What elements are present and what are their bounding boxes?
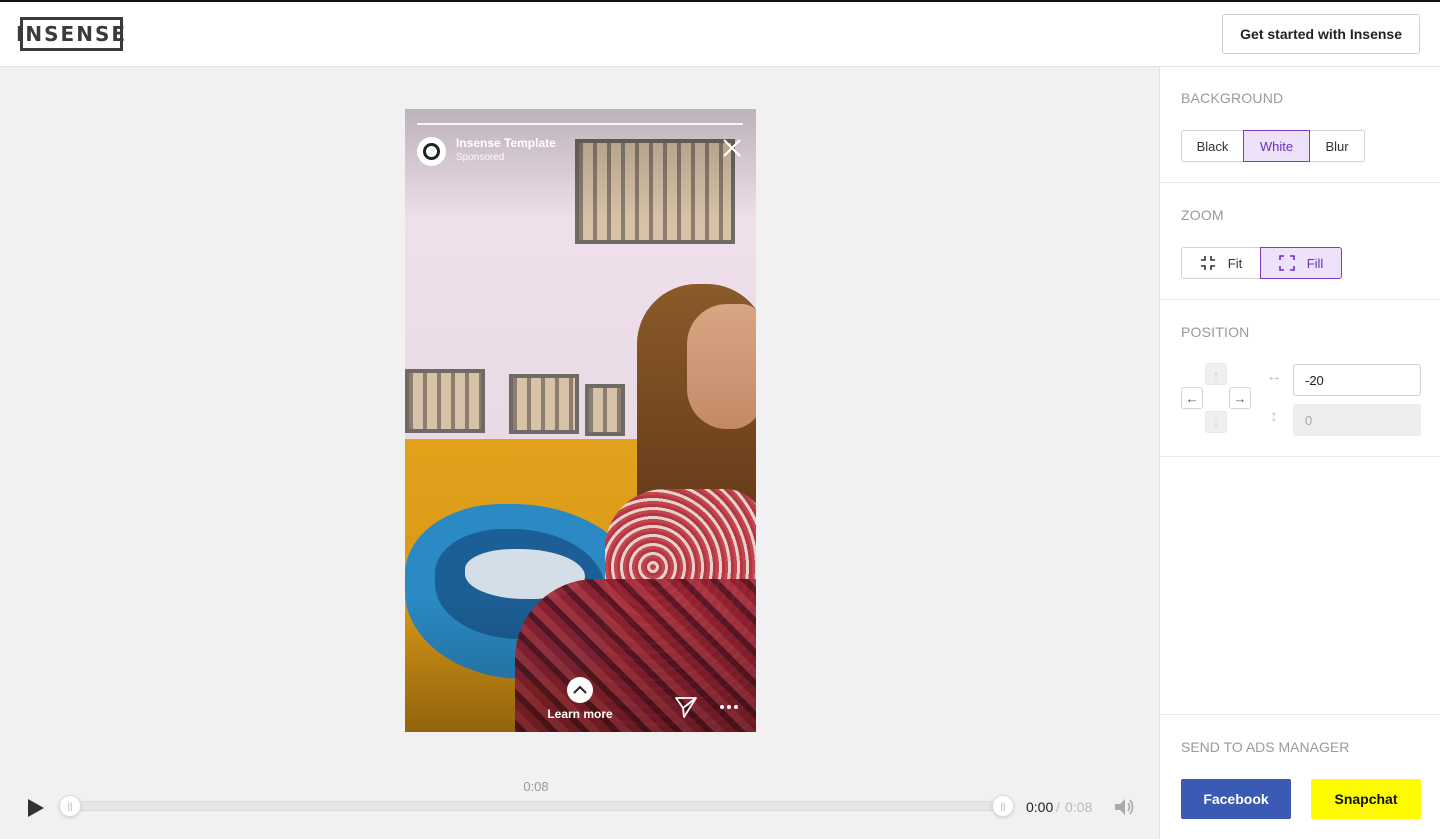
vertical-axis-icon: ↕	[1270, 408, 1278, 425]
timeline-marker-time: 0:08	[523, 779, 549, 794]
chevron-up-icon	[573, 685, 587, 694]
background-selector: Black White Blur	[1181, 130, 1365, 162]
background-title: BACKGROUND	[1181, 90, 1284, 106]
move-right-button[interactable]: →	[1229, 387, 1251, 409]
background-white-option[interactable]: White	[1243, 130, 1310, 162]
top-bar: INSENSE Get started with Insense	[0, 0, 1440, 67]
sponsored-label: Sponsored	[456, 152, 505, 163]
horizontal-axis-icon: ↔	[1266, 368, 1282, 385]
time-separator: /	[1056, 799, 1060, 815]
insense-logo[interactable]: INSENSE	[16, 17, 125, 51]
zoom-fit-label: Fit	[1227, 255, 1243, 271]
trim-start-handle[interactable]: ||	[59, 795, 81, 817]
current-time: 0:00	[1026, 799, 1054, 815]
zoom-title: ZOOM	[1181, 207, 1224, 223]
background-black-option[interactable]: Black	[1181, 130, 1244, 162]
story-preview: Insense Template Sponsored Learn more	[405, 109, 756, 732]
position-section: POSITION ↑ ← → ↓ ↔ ↕	[1160, 300, 1440, 457]
zoom-fit-option[interactable]: Fit	[1181, 247, 1261, 279]
play-icon[interactable]	[24, 797, 46, 819]
account-avatar	[417, 137, 446, 166]
timeline-track[interactable]	[69, 801, 1004, 811]
ads-divider	[1160, 714, 1440, 715]
story-progress-bar	[417, 123, 743, 125]
snapchat-button[interactable]: Snapchat	[1311, 779, 1421, 819]
trim-end-handle[interactable]: ||	[992, 795, 1014, 817]
zoom-section: ZOOM Fit Fill	[1160, 183, 1440, 300]
fit-icon	[1200, 256, 1215, 270]
close-icon[interactable]	[721, 137, 743, 159]
zoom-fill-label: Fill	[1306, 255, 1324, 271]
position-y-input[interactable]	[1293, 404, 1421, 436]
move-left-button[interactable]: ←	[1181, 387, 1203, 409]
total-time: 0:08	[1065, 799, 1093, 815]
volume-icon[interactable]	[1113, 796, 1135, 818]
fill-icon	[1278, 255, 1295, 271]
account-name: Insense Template	[456, 136, 556, 150]
learn-more-label[interactable]: Learn more	[525, 707, 635, 721]
get-started-button[interactable]: Get started with Insense	[1222, 14, 1420, 54]
ads-manager-title: SEND TO ADS MANAGER	[1181, 739, 1350, 755]
story-overlay	[405, 109, 756, 732]
zoom-fill-option[interactable]: Fill	[1260, 247, 1342, 279]
swipe-up-button[interactable]	[567, 677, 593, 703]
facebook-button[interactable]: Facebook	[1181, 779, 1291, 819]
move-down-button[interactable]: ↓	[1205, 411, 1227, 433]
move-up-button[interactable]: ↑	[1205, 363, 1227, 385]
background-blur-option[interactable]: Blur	[1309, 130, 1365, 162]
background-section: BACKGROUND Black White Blur	[1160, 67, 1440, 183]
preview-area: Insense Template Sponsored Learn more	[0, 67, 1159, 839]
position-x-input[interactable]	[1293, 364, 1421, 396]
ellipsis-icon[interactable]	[718, 699, 740, 715]
paper-plane-icon[interactable]	[674, 695, 698, 719]
settings-panel: BACKGROUND Black White Blur ZOOM Fit Fil…	[1159, 67, 1440, 839]
position-title: POSITION	[1181, 324, 1250, 340]
zoom-selector: Fit Fill	[1181, 247, 1342, 279]
